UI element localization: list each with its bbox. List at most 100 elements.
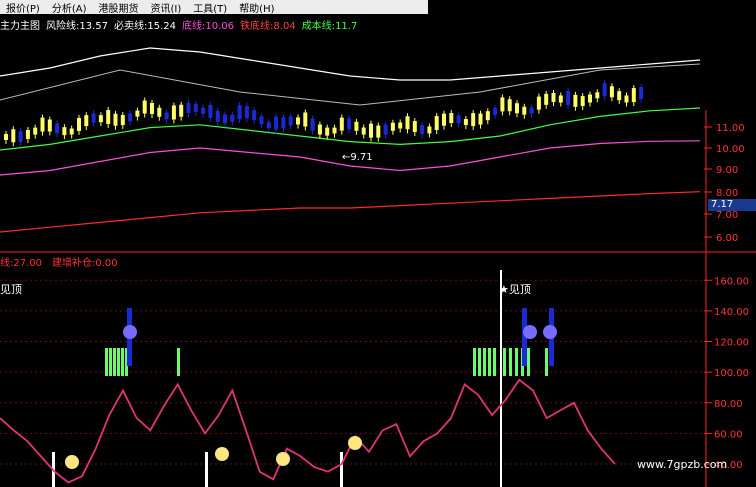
- smiley-icon: [123, 325, 137, 339]
- bottom-signal-bar: [205, 452, 208, 487]
- candle-down: [288, 116, 293, 126]
- candle-down: [208, 104, 213, 118]
- oscillator-tick-label: 160.00: [714, 276, 749, 287]
- top-signal-bar: [113, 348, 116, 376]
- top-signal-left: 见顶: [0, 283, 22, 296]
- top-signal-bar: [503, 348, 506, 376]
- smiley-icon: [65, 455, 79, 469]
- candle-up: [624, 95, 629, 103]
- candle-up: [551, 93, 556, 103]
- top-signal-bar: [109, 348, 112, 376]
- oscillator-polyline: [0, 378, 616, 484]
- candle-up: [84, 115, 89, 127]
- candle-down: [164, 112, 169, 120]
- top-signal-bar: [105, 348, 108, 376]
- smiley-icon: [543, 325, 557, 339]
- candle-up: [150, 102, 154, 114]
- candle-up: [522, 106, 527, 115]
- candle-up: [515, 103, 519, 114]
- smiley-icon: [215, 447, 229, 461]
- candle-down: [274, 116, 279, 130]
- candle-down: [456, 115, 461, 124]
- candle-up: [390, 122, 395, 131]
- candle-up: [463, 119, 468, 126]
- candle-up: [77, 117, 81, 131]
- candle-up: [4, 134, 8, 140]
- white-spike-bar: [500, 270, 502, 487]
- candle-up: [558, 95, 563, 103]
- candle-up: [376, 125, 381, 138]
- candle-up: [332, 127, 337, 134]
- top-signal-bar: [488, 348, 491, 376]
- price-tick-label: 8.00: [716, 188, 738, 199]
- price-axis-ticks: 11.00 10.00 9.00 8.00 7.00 6.00: [704, 123, 745, 244]
- candle-down: [347, 118, 352, 130]
- candle-down: [237, 105, 242, 120]
- candle-up: [11, 129, 16, 143]
- oscillator-axis-ticks: 160.00140.00120.00100.0080.0060.0040.00: [704, 276, 749, 471]
- candle-down: [266, 122, 271, 129]
- top-signal-bar: [509, 348, 512, 376]
- candle-up: [631, 88, 636, 103]
- candle-down: [55, 123, 60, 134]
- oscillator-tick-label: 120.00: [714, 338, 749, 349]
- candle-down: [602, 83, 607, 97]
- candle-up: [442, 113, 446, 126]
- candle-up: [471, 113, 476, 127]
- candle-up: [361, 127, 366, 135]
- candle-up: [500, 97, 505, 112]
- stock-chart[interactable]: 11.00 10.00 9.00 8.00 7.00 6.00 160.00 140.00 1…: [0, 0, 756, 487]
- candle-down: [252, 110, 257, 121]
- price-line-0: [0, 47, 701, 81]
- price-tick-label: 10.00: [716, 144, 745, 155]
- candle-up: [40, 117, 45, 132]
- candle-up: [25, 130, 30, 140]
- oscillator-tick-label: 60.00: [714, 429, 743, 440]
- candle-up: [120, 115, 125, 126]
- smiley-icon: [276, 452, 290, 466]
- top-signal-bar: [177, 348, 180, 376]
- candle-up: [106, 110, 111, 125]
- candle-up: [449, 113, 454, 124]
- candle-up: [62, 127, 67, 136]
- price-tick-label: 11.00: [716, 123, 745, 134]
- candle-down: [493, 107, 498, 115]
- top-signal-right: ★见顶: [499, 283, 531, 296]
- candle-down: [201, 107, 206, 114]
- candle-down: [215, 110, 220, 122]
- candle-up: [303, 112, 308, 127]
- candle-up: [354, 121, 359, 131]
- oscillator-tick-label: 100.00: [714, 368, 749, 379]
- candle-up: [412, 121, 417, 133]
- top-signal-bar: [478, 348, 481, 376]
- candle-down: [230, 114, 235, 122]
- candle-down: [310, 118, 315, 131]
- candle-up: [339, 117, 344, 131]
- candle-up: [398, 122, 403, 129]
- watermark: www.7gpzb.com: [637, 458, 728, 471]
- price-tick-label: 7.00: [716, 210, 738, 221]
- candle-up: [573, 94, 578, 107]
- candle-up: [580, 96, 585, 107]
- candle-up: [434, 116, 439, 131]
- low-price-annotation: ←9.71: [342, 152, 373, 163]
- smiley-icon: [523, 325, 537, 339]
- top-signal-bar: [527, 348, 530, 376]
- candle-down: [193, 103, 198, 112]
- candle-down: [639, 86, 644, 99]
- top-signal-bar: [493, 348, 496, 376]
- candle-up: [98, 115, 103, 123]
- candle-up: [595, 92, 600, 99]
- top-signal-bar: [483, 348, 486, 376]
- candle-down: [91, 113, 96, 123]
- price-indicator-lines: [0, 47, 701, 233]
- candle-up: [609, 86, 614, 98]
- candle-up: [536, 96, 541, 110]
- candle-down: [281, 117, 286, 129]
- candle-up: [296, 117, 300, 125]
- candle-up: [478, 113, 483, 125]
- oscillator-line: [0, 378, 616, 484]
- bottom-signal-bar: [340, 452, 343, 487]
- candle-down: [259, 116, 264, 125]
- candle-up: [69, 128, 74, 135]
